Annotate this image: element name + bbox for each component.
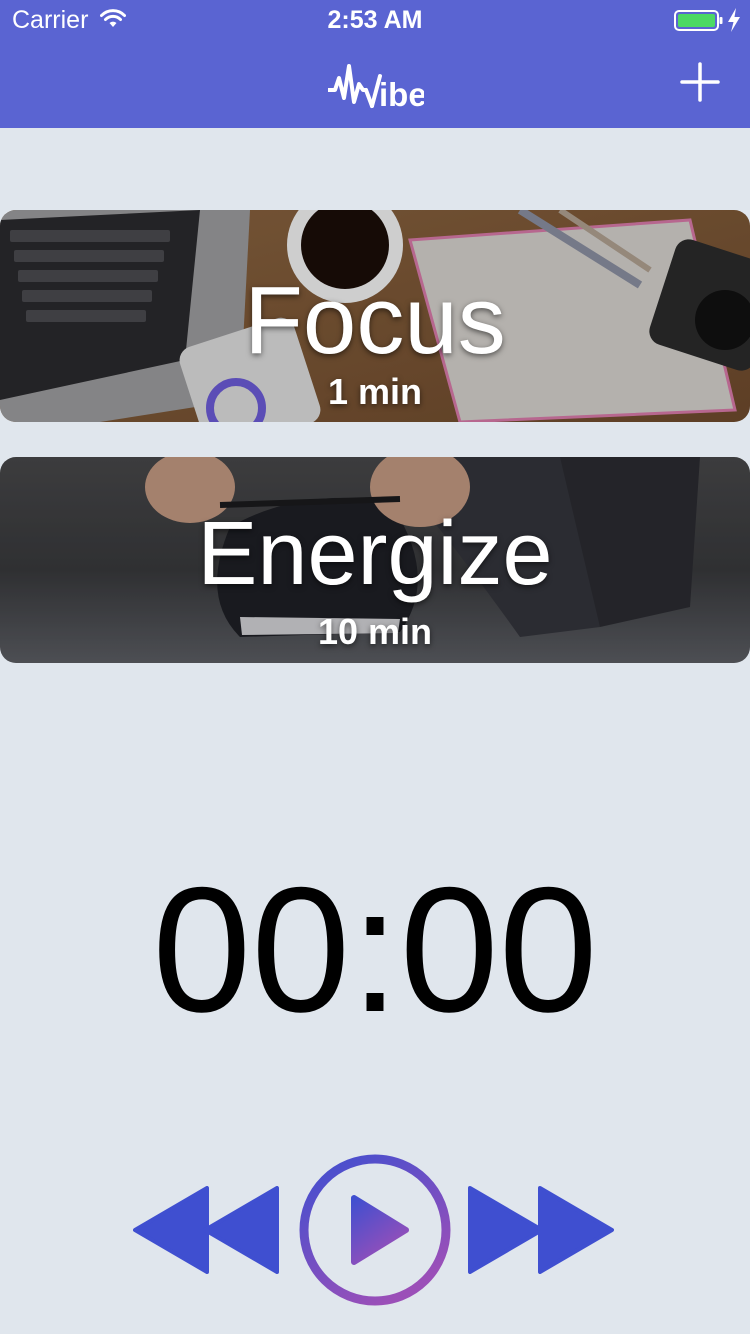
play-button[interactable] <box>294 1152 456 1308</box>
play-icon <box>351 1195 409 1265</box>
rewind-icon <box>133 1186 279 1274</box>
logo-text: ibe <box>379 76 424 110</box>
fast-forward-button[interactable] <box>468 1186 614 1274</box>
timer-display: 00:00 <box>152 850 598 1049</box>
charging-bolt-icon <box>728 8 740 32</box>
add-session-button[interactable] <box>678 60 722 104</box>
session-duration: 1 min <box>327 371 423 412</box>
status-time: 2:53 AM <box>327 6 423 34</box>
session-duration: 10 min <box>317 611 433 652</box>
battery-icon <box>674 10 723 31</box>
session-title: Focus <box>244 267 506 374</box>
status-bar: Carrier 2:53 AM <box>0 0 750 40</box>
fast-forward-icon <box>468 1186 614 1274</box>
app-logo: ibe <box>326 62 427 115</box>
rewind-button[interactable] <box>133 1186 279 1274</box>
navigation-bar: Carrier 2:53 AM ibe <box>0 0 750 128</box>
session-card-energize[interactable]: Energize 10 min <box>0 457 750 663</box>
session-card-focus[interactable]: Focus 1 min <box>0 210 750 422</box>
session-title: Energize <box>197 504 553 604</box>
